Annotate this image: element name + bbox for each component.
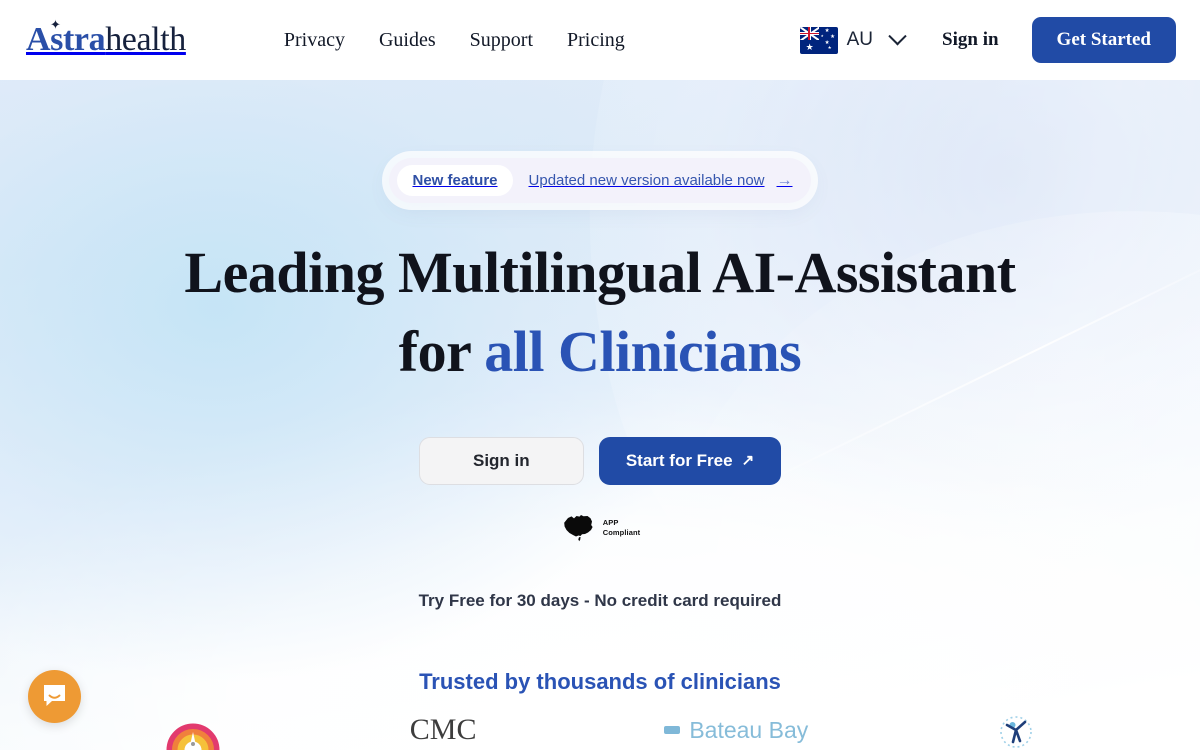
app-compliant-text: APP Compliant [603, 518, 641, 537]
partner-logo-cmc: CMC CAMBRIDGE ST MEDICAL [410, 710, 477, 750]
announcement-badge: New feature [397, 165, 513, 196]
arrow-right-icon: → [776, 171, 793, 189]
header-signin-link[interactable]: Sign in [942, 29, 999, 51]
locale-code-label: AU [846, 29, 874, 50]
start-for-free-button[interactable]: Start for Free ↗ [598, 436, 782, 485]
headline-line-1: Leading Multilingual AI-Assistant [184, 240, 1016, 305]
headline-line-2-prefix: for [398, 318, 485, 384]
nav-item-support[interactable]: Support [470, 29, 533, 52]
cmc-logo-text: CMC [409, 713, 477, 746]
partner-logo-rainbow [164, 710, 222, 750]
locale-selector[interactable]: ★ ★ ★ ★ ★ ★ AU [799, 26, 908, 54]
bateau-bay-label: Bateau Bay [689, 716, 809, 743]
partner-logo-bateau-bay: Bateau Bay [664, 710, 808, 750]
page-title: Leading Multilingual AI-Assistant for al… [0, 234, 1200, 392]
arrow-up-right-icon: ↗ [741, 452, 755, 470]
nav-item-privacy[interactable]: Privacy [284, 29, 345, 52]
site-header: ✦ Astra health Privacy Guides Support Pri… [0, 0, 1200, 80]
announcement-pill-wrapper: New feature Updated new version availabl… [0, 158, 1200, 203]
compliance-line-2: Compliant [602, 527, 641, 537]
hero-content: New feature Updated new version availabl… [0, 158, 1200, 695]
compliance-line-1: APP [602, 518, 619, 528]
trial-subtext: Try Free for 30 days - No credit card re… [418, 590, 782, 610]
announcement-text: Updated new version available now [528, 172, 765, 189]
start-for-free-label: Start for Free [625, 450, 733, 470]
announcement-pill[interactable]: New feature Updated new version availabl… [389, 158, 811, 203]
australia-flag-icon: ★ ★ ★ ★ ★ ★ [799, 26, 838, 54]
chat-widget-button[interactable] [28, 670, 81, 723]
nav-item-pricing[interactable]: Pricing [567, 29, 625, 52]
bateau-bay-mark-icon [664, 726, 681, 734]
nav-item-guides[interactable]: Guides [379, 29, 436, 52]
header-actions: ★ ★ ★ ★ ★ ★ AU Sign in Get Started [799, 17, 1176, 63]
logo-text-astra: Astra [26, 21, 106, 58]
logo-text-health: health [105, 21, 186, 58]
hero-signin-button[interactable]: Sign in [418, 436, 584, 485]
partner-logos-strip: CMC CAMBRIDGE ST MEDICAL Bateau Bay [0, 710, 1200, 750]
brand-logo[interactable]: ✦ Astra health [24, 18, 186, 58]
get-started-button[interactable]: Get Started [1031, 17, 1176, 63]
main-navigation: Privacy Guides Support Pricing [284, 29, 625, 52]
australia-map-icon [560, 513, 596, 543]
headline-accent: all Clinicians [484, 318, 802, 384]
chat-bubble-icon [41, 682, 68, 712]
app-compliant-badge: APP Compliant [0, 513, 1200, 543]
hero-cta-row: Sign in Start for Free ↗ [0, 436, 1200, 485]
hero-section: New feature Updated new version availabl… [0, 80, 1200, 750]
trusted-heading: Trusted by thousands of clinicians [419, 668, 781, 694]
chevron-down-icon [888, 26, 907, 45]
partner-logo-figure [996, 710, 1036, 750]
